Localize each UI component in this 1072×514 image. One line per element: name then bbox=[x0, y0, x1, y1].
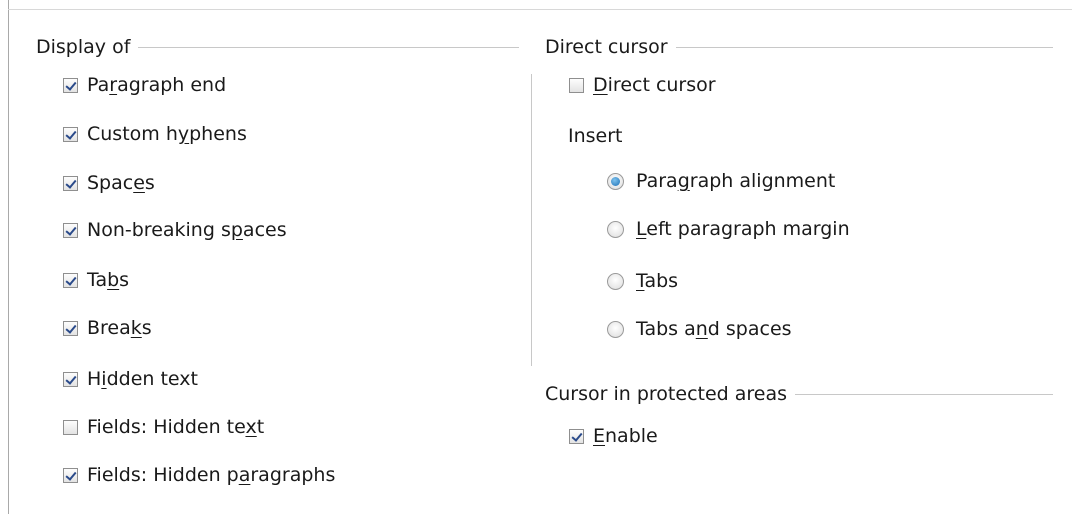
protected-areas-title: Cursor in protected areas bbox=[545, 383, 788, 405]
breaks-label: Breaks bbox=[87, 317, 152, 339]
paragraph-alignment-radio[interactable]: Paragraph alignment bbox=[607, 168, 835, 194]
column-separator bbox=[531, 74, 532, 366]
tabs-checkbox[interactable]: Tabs bbox=[63, 267, 129, 293]
fields-hidden-text-checkbox[interactable]: Fields: Hidden text bbox=[63, 414, 264, 440]
tabs-label: Tabs bbox=[87, 269, 130, 291]
direct-cursor-checkbox[interactable]: Direct cursor bbox=[569, 72, 716, 98]
non-breaking-spaces-label: Non-breaking spaces bbox=[87, 219, 287, 241]
hidden-text-box[interactable] bbox=[63, 371, 78, 387]
tabs-and-spaces-radio-button[interactable] bbox=[607, 320, 624, 338]
fields-hidden-text-box[interactable] bbox=[63, 419, 78, 435]
left-paragraph-margin-label: Left paragraph margin bbox=[636, 218, 850, 240]
tabs-radio[interactable]: Tabs bbox=[607, 268, 678, 294]
breaks-checkbox[interactable]: Breaks bbox=[63, 315, 152, 341]
direct-cursor-box[interactable] bbox=[569, 77, 584, 93]
direct-cursor-group-title: Direct cursor bbox=[545, 35, 1053, 59]
spaces-label: Spaces bbox=[87, 172, 155, 194]
direct-cursor-separator bbox=[675, 46, 1053, 48]
enable-label: Enable bbox=[593, 425, 658, 447]
hidden-text-checkbox[interactable]: Hidden text bbox=[63, 366, 198, 392]
direct-cursor-title: Direct cursor bbox=[545, 36, 668, 58]
fields-hidden-paragraphs-box[interactable] bbox=[63, 467, 78, 483]
breaks-box[interactable] bbox=[63, 320, 78, 336]
enable-checkbox[interactable]: Enable bbox=[569, 423, 658, 449]
tabs-and-spaces-radio[interactable]: Tabs and spaces bbox=[607, 316, 792, 342]
left-paragraph-margin-radio-button[interactable] bbox=[607, 220, 624, 238]
paragraph-alignment-label: Paragraph alignment bbox=[636, 170, 836, 192]
paragraph-end-box[interactable] bbox=[63, 77, 78, 93]
paragraph-end-checkbox[interactable]: Paragraph end bbox=[63, 72, 226, 98]
fields-hidden-paragraphs-label: Fields: Hidden paragraphs bbox=[87, 464, 336, 486]
hidden-text-label: Hidden text bbox=[87, 368, 198, 390]
left-paragraph-margin-radio[interactable]: Left paragraph margin bbox=[607, 216, 850, 242]
display-of-separator bbox=[138, 46, 519, 48]
tabs-box[interactable] bbox=[63, 272, 78, 288]
fields-hidden-text-label: Fields: Hidden text bbox=[87, 416, 265, 438]
display-of-group-title: Display of bbox=[36, 35, 519, 59]
direct-cursor-label: Direct cursor bbox=[593, 74, 716, 96]
fields-hidden-paragraphs-checkbox[interactable]: Fields: Hidden paragraphs bbox=[63, 462, 335, 488]
custom-hyphens-box[interactable] bbox=[63, 126, 78, 142]
spaces-box[interactable] bbox=[63, 175, 78, 191]
dialog-frame-left bbox=[8, 0, 9, 514]
custom-hyphens-label: Custom hyphens bbox=[87, 123, 247, 145]
protected-areas-separator bbox=[795, 393, 1053, 395]
spaces-checkbox[interactable]: Spaces bbox=[63, 170, 155, 196]
tabs-radio-label: Tabs bbox=[636, 270, 679, 292]
custom-hyphens-checkbox[interactable]: Custom hyphens bbox=[63, 121, 247, 147]
protected-areas-group-title: Cursor in protected areas bbox=[545, 382, 1053, 406]
non-breaking-spaces-box[interactable] bbox=[63, 222, 78, 238]
paragraph-end-label: Paragraph end bbox=[87, 74, 227, 96]
enable-box[interactable] bbox=[569, 428, 584, 444]
display-of-title: Display of bbox=[36, 36, 131, 58]
tabs-radio-button[interactable] bbox=[607, 272, 624, 290]
paragraph-alignment-radio-button[interactable] bbox=[607, 172, 624, 190]
tabs-and-spaces-label: Tabs and spaces bbox=[636, 318, 792, 340]
non-breaking-spaces-checkbox[interactable]: Non-breaking spaces bbox=[63, 217, 287, 243]
dialog-frame-top bbox=[8, 9, 1072, 10]
insert-label: Insert bbox=[568, 125, 623, 147]
